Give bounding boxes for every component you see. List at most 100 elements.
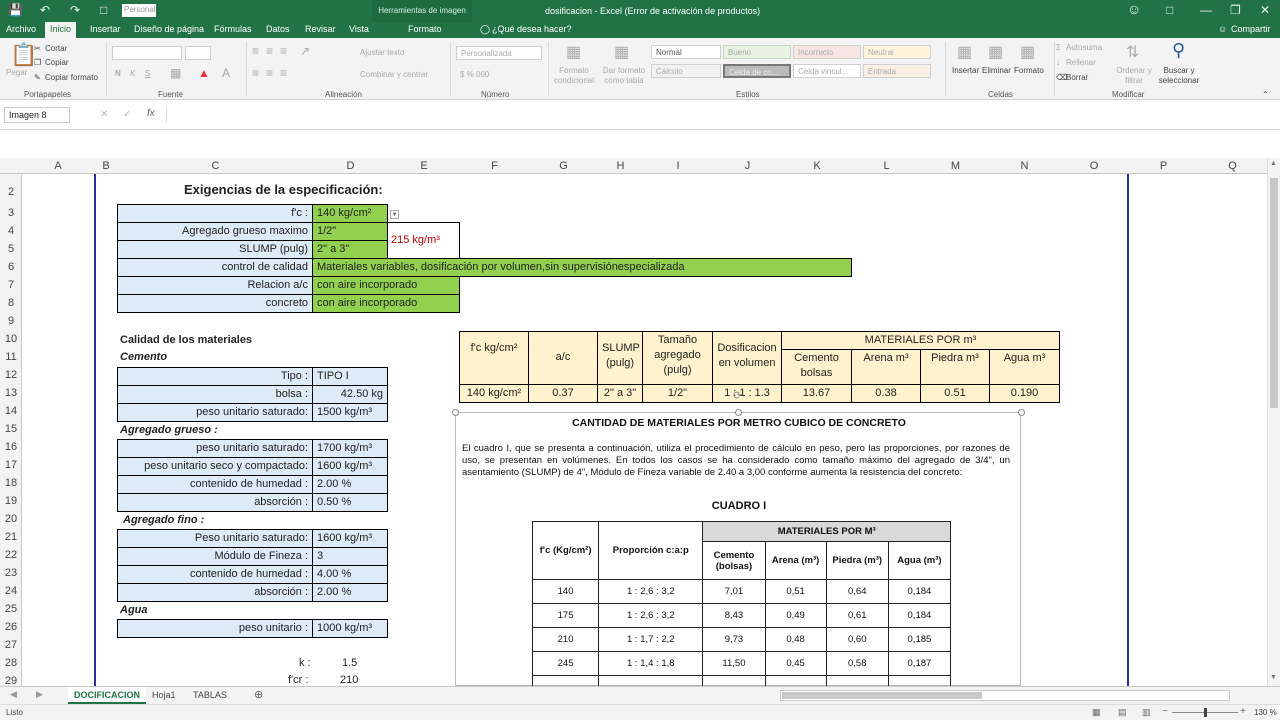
number-format-select[interactable]: Personalizada bbox=[456, 46, 542, 60]
sheet-tab-docificacion[interactable]: DOCIFICACION bbox=[68, 687, 146, 704]
row-header[interactable]: 7 bbox=[0, 279, 22, 291]
format-as-table-icon[interactable]: ▦ bbox=[614, 42, 629, 62]
tab-diseno[interactable]: Diseño de página bbox=[134, 24, 204, 34]
row-header[interactable]: 21 bbox=[0, 531, 22, 543]
italic-button[interactable]: K bbox=[130, 69, 135, 78]
scroll-up-icon[interactable]: ▲ bbox=[1270, 160, 1277, 167]
row-header[interactable]: 11 bbox=[0, 351, 22, 363]
spec-value[interactable]: Materiales variables, dosificación por v… bbox=[312, 258, 852, 277]
tab-inicio[interactable]: Inicio bbox=[45, 22, 77, 38]
new-file-icon[interactable]: □ bbox=[100, 3, 107, 17]
conditional-format-icon[interactable]: ▦ bbox=[566, 42, 581, 62]
zoom-slider-thumb[interactable] bbox=[1204, 708, 1207, 717]
spec-value[interactable]: con aire incorporado bbox=[312, 276, 460, 295]
material-value[interactable]: 0.50 % bbox=[312, 493, 388, 512]
row-header[interactable]: 28 bbox=[0, 657, 22, 669]
tab-formulas[interactable]: Fórmulas bbox=[214, 24, 252, 34]
style-entrada[interactable]: Entrada bbox=[863, 64, 931, 78]
conditional-format-button[interactable]: Formato condicional bbox=[552, 66, 596, 86]
find-icon[interactable]: ⚲ bbox=[1172, 40, 1185, 61]
material-value[interactable]: 1700 kg/m³ bbox=[312, 439, 388, 458]
row-header[interactable]: 3 bbox=[0, 207, 22, 219]
tab-archivo[interactable]: Archivo bbox=[6, 24, 36, 34]
ribbon-display-icon[interactable]: □ bbox=[1166, 3, 1173, 17]
zoom-in-icon[interactable]: + bbox=[1240, 706, 1246, 717]
autosum-button[interactable]: Autosuma bbox=[1066, 43, 1102, 52]
copy-icon[interactable]: ❐ bbox=[34, 58, 41, 67]
style-bueno[interactable]: Bueno bbox=[723, 45, 791, 59]
row-header[interactable]: 16 bbox=[0, 441, 22, 453]
column-header[interactable]: K bbox=[782, 160, 852, 172]
column-header[interactable]: C bbox=[118, 160, 313, 172]
page-layout-icon[interactable]: ▤ bbox=[1118, 707, 1127, 718]
account-icon[interactable]: ☺ bbox=[1127, 1, 1141, 17]
mix-value-slump[interactable]: 2" a 3" bbox=[597, 384, 643, 403]
insert-function-button[interactable]: fx bbox=[147, 108, 155, 119]
row-header[interactable]: 27 bbox=[0, 639, 22, 651]
mix-value-cemento[interactable]: 13.67 bbox=[781, 384, 852, 403]
spec-label[interactable]: f'c : bbox=[117, 204, 313, 223]
tab-datos[interactable]: Datos bbox=[266, 24, 290, 34]
spec-label[interactable]: SLUMP (pulg) bbox=[117, 240, 313, 259]
orientation-icon[interactable]: ↗ bbox=[300, 44, 310, 58]
column-header[interactable]: B bbox=[94, 160, 118, 172]
column-header[interactable]: N bbox=[990, 160, 1059, 172]
align-left-icon[interactable]: ≡ bbox=[252, 66, 259, 80]
spec-value[interactable]: con aire incorporado bbox=[312, 294, 460, 313]
insert-cells-icon[interactable]: ▦ bbox=[957, 42, 972, 62]
save-icon[interactable]: 💾 bbox=[8, 3, 23, 17]
paste-button[interactable]: Pegar bbox=[6, 68, 27, 77]
copy-button[interactable]: Copiar bbox=[45, 58, 69, 67]
format-cells-icon[interactable]: ▦ bbox=[1020, 42, 1035, 62]
column-header[interactable]: Q bbox=[1198, 160, 1267, 172]
scrollbar-thumb[interactable] bbox=[1270, 178, 1278, 408]
material-value[interactable]: 2.00 % bbox=[312, 583, 388, 602]
font-size-select[interactable] bbox=[185, 46, 211, 60]
resize-handle[interactable] bbox=[1018, 409, 1025, 416]
column-header[interactable]: J bbox=[713, 160, 782, 172]
row-header[interactable]: 5 bbox=[0, 243, 22, 255]
wrap-text-button[interactable]: Ajustar texto bbox=[360, 48, 404, 57]
tab-revisar[interactable]: Revisar bbox=[305, 24, 336, 34]
spec-value[interactable]: 140 kg/cm² bbox=[312, 204, 388, 223]
next-sheet-icon[interactable]: ▶ bbox=[36, 689, 43, 700]
column-header[interactable]: G bbox=[529, 160, 598, 172]
row-header[interactable]: 14 bbox=[0, 405, 22, 417]
style-neutral[interactable]: Neutral bbox=[863, 45, 931, 59]
material-label[interactable]: peso unitario : bbox=[117, 619, 313, 638]
share-button[interactable]: Compartir bbox=[1231, 24, 1271, 34]
material-label[interactable]: absorción : bbox=[117, 583, 313, 602]
font-family-select[interactable] bbox=[112, 46, 182, 60]
cancel-icon[interactable]: ✕ bbox=[100, 109, 108, 120]
minimize-icon[interactable]: — bbox=[1200, 3, 1212, 17]
enter-icon[interactable]: ✓ bbox=[123, 109, 131, 120]
delete-cells-icon[interactable]: ▦ bbox=[988, 42, 1003, 62]
format-painter-button[interactable]: Copiar formato bbox=[45, 73, 98, 82]
row-header[interactable]: 13 bbox=[0, 387, 22, 399]
material-label[interactable]: Peso unitario saturado: bbox=[117, 529, 313, 548]
zoom-level[interactable]: 130 % bbox=[1254, 708, 1277, 717]
fcr-value[interactable]: 210 bbox=[340, 674, 358, 686]
page-break-view-icon[interactable]: ▥ bbox=[1142, 707, 1151, 718]
worksheet-grid[interactable]: Exigencias de la especificación: f'c : 1… bbox=[22, 174, 1267, 686]
water-note[interactable]: 215 kg/m³ bbox=[387, 222, 460, 259]
scroll-down-icon[interactable]: ▼ bbox=[1270, 674, 1277, 681]
spec-label[interactable]: concreto bbox=[117, 294, 313, 313]
mix-value-arena[interactable]: 0.38 bbox=[851, 384, 921, 403]
restore-icon[interactable]: ❐ bbox=[1230, 3, 1241, 17]
name-box[interactable]: Imagen 8 bbox=[4, 107, 70, 123]
mix-value-dosificacion[interactable]: 1 : 1 : 1.3 bbox=[712, 384, 782, 403]
column-header[interactable]: M bbox=[921, 160, 990, 172]
mix-header-arena[interactable]: Arena m³ bbox=[851, 349, 921, 385]
spec-value[interactable]: 1/2" bbox=[312, 222, 388, 241]
row-header[interactable]: 25 bbox=[0, 603, 22, 615]
spec-value[interactable]: 2" a 3" bbox=[312, 240, 388, 259]
material-label[interactable]: peso unitario saturado: bbox=[117, 403, 313, 422]
sheet-tab-hoja1[interactable]: Hoja1 bbox=[146, 687, 182, 704]
horizontal-scroll-thumb[interactable] bbox=[782, 692, 982, 699]
tab-formato[interactable]: Formato bbox=[408, 24, 442, 34]
material-label[interactable]: absorción : bbox=[117, 493, 313, 512]
material-value[interactable]: 3 bbox=[312, 547, 388, 566]
clear-button[interactable]: Borrar bbox=[1066, 73, 1088, 82]
add-sheet-icon[interactable]: ⊕ bbox=[254, 688, 263, 701]
